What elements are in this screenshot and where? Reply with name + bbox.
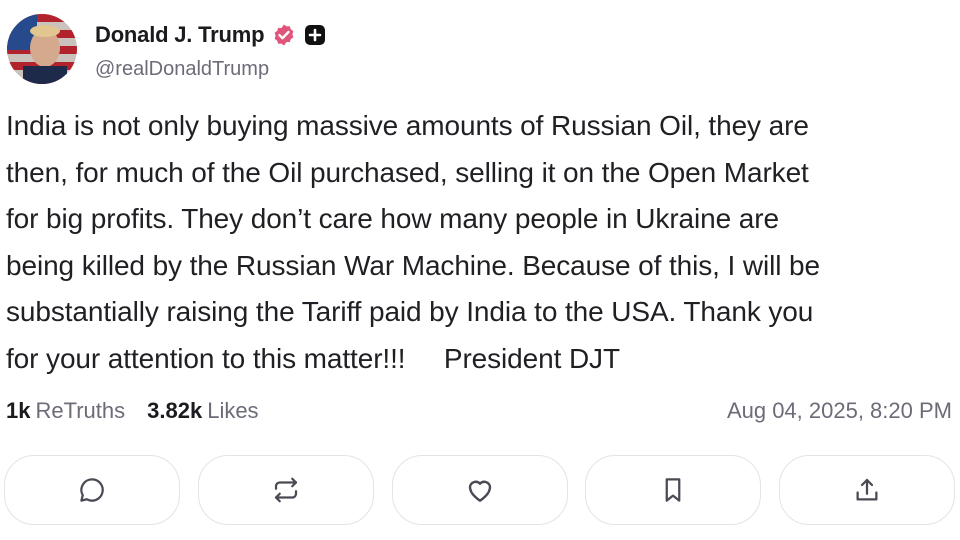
author-handle[interactable]: @realDonaldTrump [95,58,269,81]
retruth-button[interactable] [198,455,374,525]
repost-icon [274,477,298,503]
action-bar [0,455,960,527]
avatar[interactable] [7,14,77,84]
bookmark-icon [665,478,681,502]
post-timestamp[interactable]: Aug 04, 2025, 8:20 PM [727,398,952,424]
retruths-count[interactable]: 1k [6,398,30,424]
retruths-label[interactable]: ReTruths [35,398,125,424]
like-button[interactable] [392,455,568,525]
truth-post: Donald J. Trump @realDonaldTrump India i… [0,0,960,540]
heart-icon [468,480,492,502]
post-stats: 1k ReTruths 3.82k Likes Aug 04, 2025, 8:… [6,396,952,426]
plus-badge-icon [304,24,326,46]
comment-icon [80,478,104,502]
bookmark-button[interactable] [585,455,761,525]
author-row: Donald J. Trump [95,20,326,50]
likes-count[interactable]: 3.82k [147,398,202,424]
post-text: India is not only buying massive amounts… [6,110,820,374]
reply-button[interactable] [4,455,180,525]
likes-label[interactable]: Likes [207,398,258,424]
verified-badge-icon [272,23,296,47]
author-name[interactable]: Donald J. Trump [95,22,265,48]
share-button[interactable] [779,455,955,525]
share-icon [856,478,878,501]
